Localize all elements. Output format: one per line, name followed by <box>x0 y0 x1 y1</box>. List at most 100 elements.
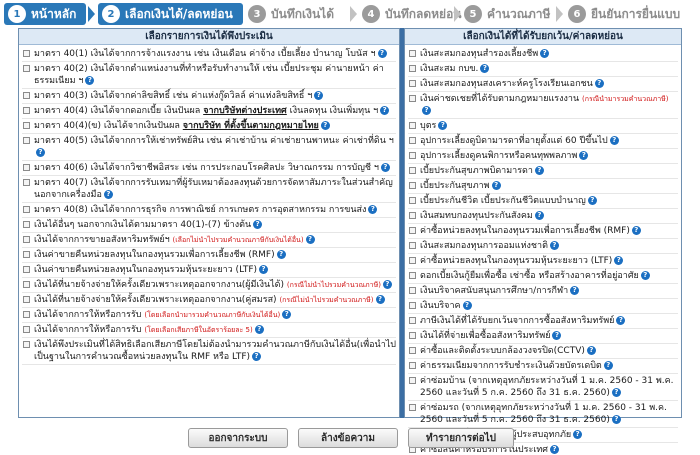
help-icon[interactable]: ? <box>259 265 269 274</box>
list-item[interactable]: เงินสะสมกองทุนสงเคราะห์ครูโรงเรียนเอกชน? <box>408 77 678 92</box>
help-icon[interactable]: ? <box>276 250 286 259</box>
help-icon[interactable]: ? <box>382 280 392 289</box>
checkbox[interactable] <box>23 236 30 243</box>
list-item[interactable]: เงินค่าชดเชยที่ได้รับตามกฎหมายแรงงาน (กร… <box>408 92 678 119</box>
help-icon[interactable]: ? <box>587 196 597 205</box>
checkbox[interactable] <box>23 281 30 288</box>
list-item[interactable]: เงินสะสมกองทุนการออมแห่งชาติ? <box>408 239 678 254</box>
checkbox[interactable] <box>23 107 30 114</box>
list-item[interactable]: เงินสะสมกองทุนสำรองเลี้ยงชีพ? <box>408 47 678 62</box>
checkbox[interactable] <box>409 95 416 102</box>
checkbox[interactable] <box>23 164 30 171</box>
help-icon[interactable]: ? <box>36 148 45 157</box>
help-icon[interactable]: ? <box>552 331 562 340</box>
checkbox[interactable] <box>409 287 416 294</box>
checkbox[interactable] <box>409 242 416 249</box>
help-icon[interactable]: ? <box>549 241 559 250</box>
list-item[interactable]: เบี้ยประกันสุขภาพ? <box>408 179 678 194</box>
list-item[interactable]: อุปการะเลี้ยงดูบิดามารดาที่อายุตั้งแต่ 6… <box>408 134 678 149</box>
step-select-income[interactable]: 2 เลือกเงินได้/ลดหย่อน <box>98 2 243 26</box>
checkbox[interactable] <box>23 221 30 228</box>
checkbox[interactable] <box>23 50 30 57</box>
help-icon[interactable]: ? <box>534 166 544 175</box>
help-icon[interactable]: ? <box>611 388 621 397</box>
help-icon[interactable]: ? <box>305 235 315 244</box>
help-icon[interactable]: ? <box>377 49 387 58</box>
list-item[interactable]: เบี้ยประกันสุขภาพบิดามารดา? <box>408 164 678 179</box>
checkbox[interactable] <box>409 167 416 174</box>
checkbox[interactable] <box>409 65 416 72</box>
help-icon[interactable]: ? <box>603 361 613 370</box>
checkbox[interactable] <box>409 377 416 384</box>
checkbox[interactable] <box>409 137 416 144</box>
help-icon[interactable]: ? <box>253 220 263 229</box>
list-item[interactable]: เบี้ยประกันชีวิต เบี้ยประกันชีวิตแบบบำนา… <box>408 194 678 209</box>
help-icon[interactable]: ? <box>534 211 544 220</box>
help-icon[interactable]: ? <box>614 256 624 265</box>
list-item[interactable]: ค่าซ่อมบ้าน (จากเหตุอุทกภัยระหว่างวันที่… <box>408 374 678 401</box>
next-button[interactable]: ทำรายการต่อไป <box>408 428 514 448</box>
list-item[interactable]: บุตร? <box>408 119 678 134</box>
checkbox[interactable] <box>409 404 416 411</box>
list-item[interactable]: มาตรา 40(4) เงินได้จากดอกเบี้ย เงินปันผล… <box>22 104 396 119</box>
list-item[interactable]: เงินบริจาคสนับสนุนการศึกษา/การกีฬา? <box>408 284 678 299</box>
checkbox[interactable] <box>23 341 30 348</box>
clear-button[interactable]: ล้างข้อความ <box>298 428 398 448</box>
list-item[interactable]: เงินได้ที่นายจ้างจ่ายให้ครั้งเดียวเพราะเ… <box>22 293 396 308</box>
checkbox[interactable] <box>23 179 30 186</box>
list-item[interactable]: เงินบริจาค? <box>408 299 678 314</box>
help-icon[interactable]: ? <box>314 91 324 100</box>
help-icon[interactable]: ? <box>462 301 472 310</box>
list-item[interactable]: ค่าธรรมเนียมจากการรับชำระเงินด้วยบัตรเดบ… <box>408 359 678 374</box>
list-item[interactable]: เงินได้อื่นๆ นอกจากเงินได้ตามมาตรา 40(1)… <box>22 218 396 233</box>
checkbox[interactable] <box>409 362 416 369</box>
checkbox[interactable] <box>23 137 30 144</box>
help-icon[interactable]: ? <box>491 181 501 190</box>
list-item[interactable]: มาตรา 40(5) เงินได้จากการให้เช่าทรัพย์สิ… <box>22 134 396 161</box>
checkbox[interactable] <box>409 122 416 129</box>
step-home[interactable]: 1 หน้าหลัก <box>4 2 87 26</box>
help-icon[interactable]: ? <box>609 136 619 145</box>
list-item[interactable]: ค่าซื้อหน่วยลงทุนในกองทุนรวมเพื่อการเลี้… <box>408 224 678 239</box>
help-icon[interactable]: ? <box>570 286 580 295</box>
help-icon[interactable]: ? <box>611 415 621 424</box>
checkbox[interactable] <box>23 311 30 318</box>
list-item[interactable]: มาตรา 40(8) เงินได้จากการธุรกิจ การพาณิช… <box>22 203 396 218</box>
help-icon[interactable]: ? <box>579 151 589 160</box>
help-icon[interactable]: ? <box>320 121 330 130</box>
list-item[interactable]: เงินได้จากการให้หรือการรับ (โดยเลือกนำมา… <box>22 308 396 323</box>
list-item[interactable]: เงินได้จากการขายอสังหาริมทรัพย์ฯ (เลือกไ… <box>22 233 396 248</box>
checkbox[interactable] <box>409 80 416 87</box>
list-item[interactable]: มาตรา 40(2) เงินได้จากตำแหน่งงานที่ทำหรื… <box>22 62 396 89</box>
checkbox[interactable] <box>23 326 30 333</box>
list-item[interactable]: ค่าซื้อและติดตั้งระบบกล้องวงจรปิด(CCTV)? <box>408 344 678 359</box>
checkbox[interactable] <box>409 257 416 264</box>
help-icon[interactable]: ? <box>380 163 390 172</box>
list-item[interactable]: ภาษีเงินได้ที่ได้รับยกเว้นจากการซื้ออสัง… <box>408 314 678 329</box>
help-icon[interactable]: ? <box>85 76 95 85</box>
checkbox[interactable] <box>409 182 416 189</box>
help-icon[interactable]: ? <box>594 79 604 88</box>
list-item[interactable]: เงินได้ที่นายจ้างจ่ายให้ครั้งเดียวเพราะเ… <box>22 278 396 293</box>
checkbox[interactable] <box>409 302 416 309</box>
help-icon[interactable]: ? <box>631 226 641 235</box>
checkbox[interactable] <box>409 272 416 279</box>
help-icon[interactable]: ? <box>254 325 264 334</box>
help-icon[interactable]: ? <box>616 316 626 325</box>
help-icon[interactable]: ? <box>380 106 390 115</box>
help-icon[interactable]: ? <box>438 121 448 130</box>
checkbox[interactable] <box>23 251 30 258</box>
checkbox[interactable] <box>23 122 30 129</box>
help-icon[interactable]: ? <box>422 106 431 115</box>
help-icon[interactable]: ? <box>103 190 113 199</box>
checkbox[interactable] <box>409 227 416 234</box>
list-item[interactable]: มาตรา 40(4)(ข) เงินได้จากเงินปันผล จากบร… <box>22 119 396 134</box>
list-item[interactable]: มาตรา 40(6) เงินได้จากวิชาชีพอิสระ เช่น … <box>22 161 396 176</box>
checkbox[interactable] <box>409 347 416 354</box>
list-item[interactable]: มาตรา 40(3) เงินได้จากค่าลิขสิทธิ์ เช่น … <box>22 89 396 104</box>
checkbox[interactable] <box>23 65 30 72</box>
help-icon[interactable]: ? <box>586 346 596 355</box>
help-icon[interactable]: ? <box>540 49 550 58</box>
checkbox[interactable] <box>409 212 416 219</box>
checkbox[interactable] <box>409 317 416 324</box>
